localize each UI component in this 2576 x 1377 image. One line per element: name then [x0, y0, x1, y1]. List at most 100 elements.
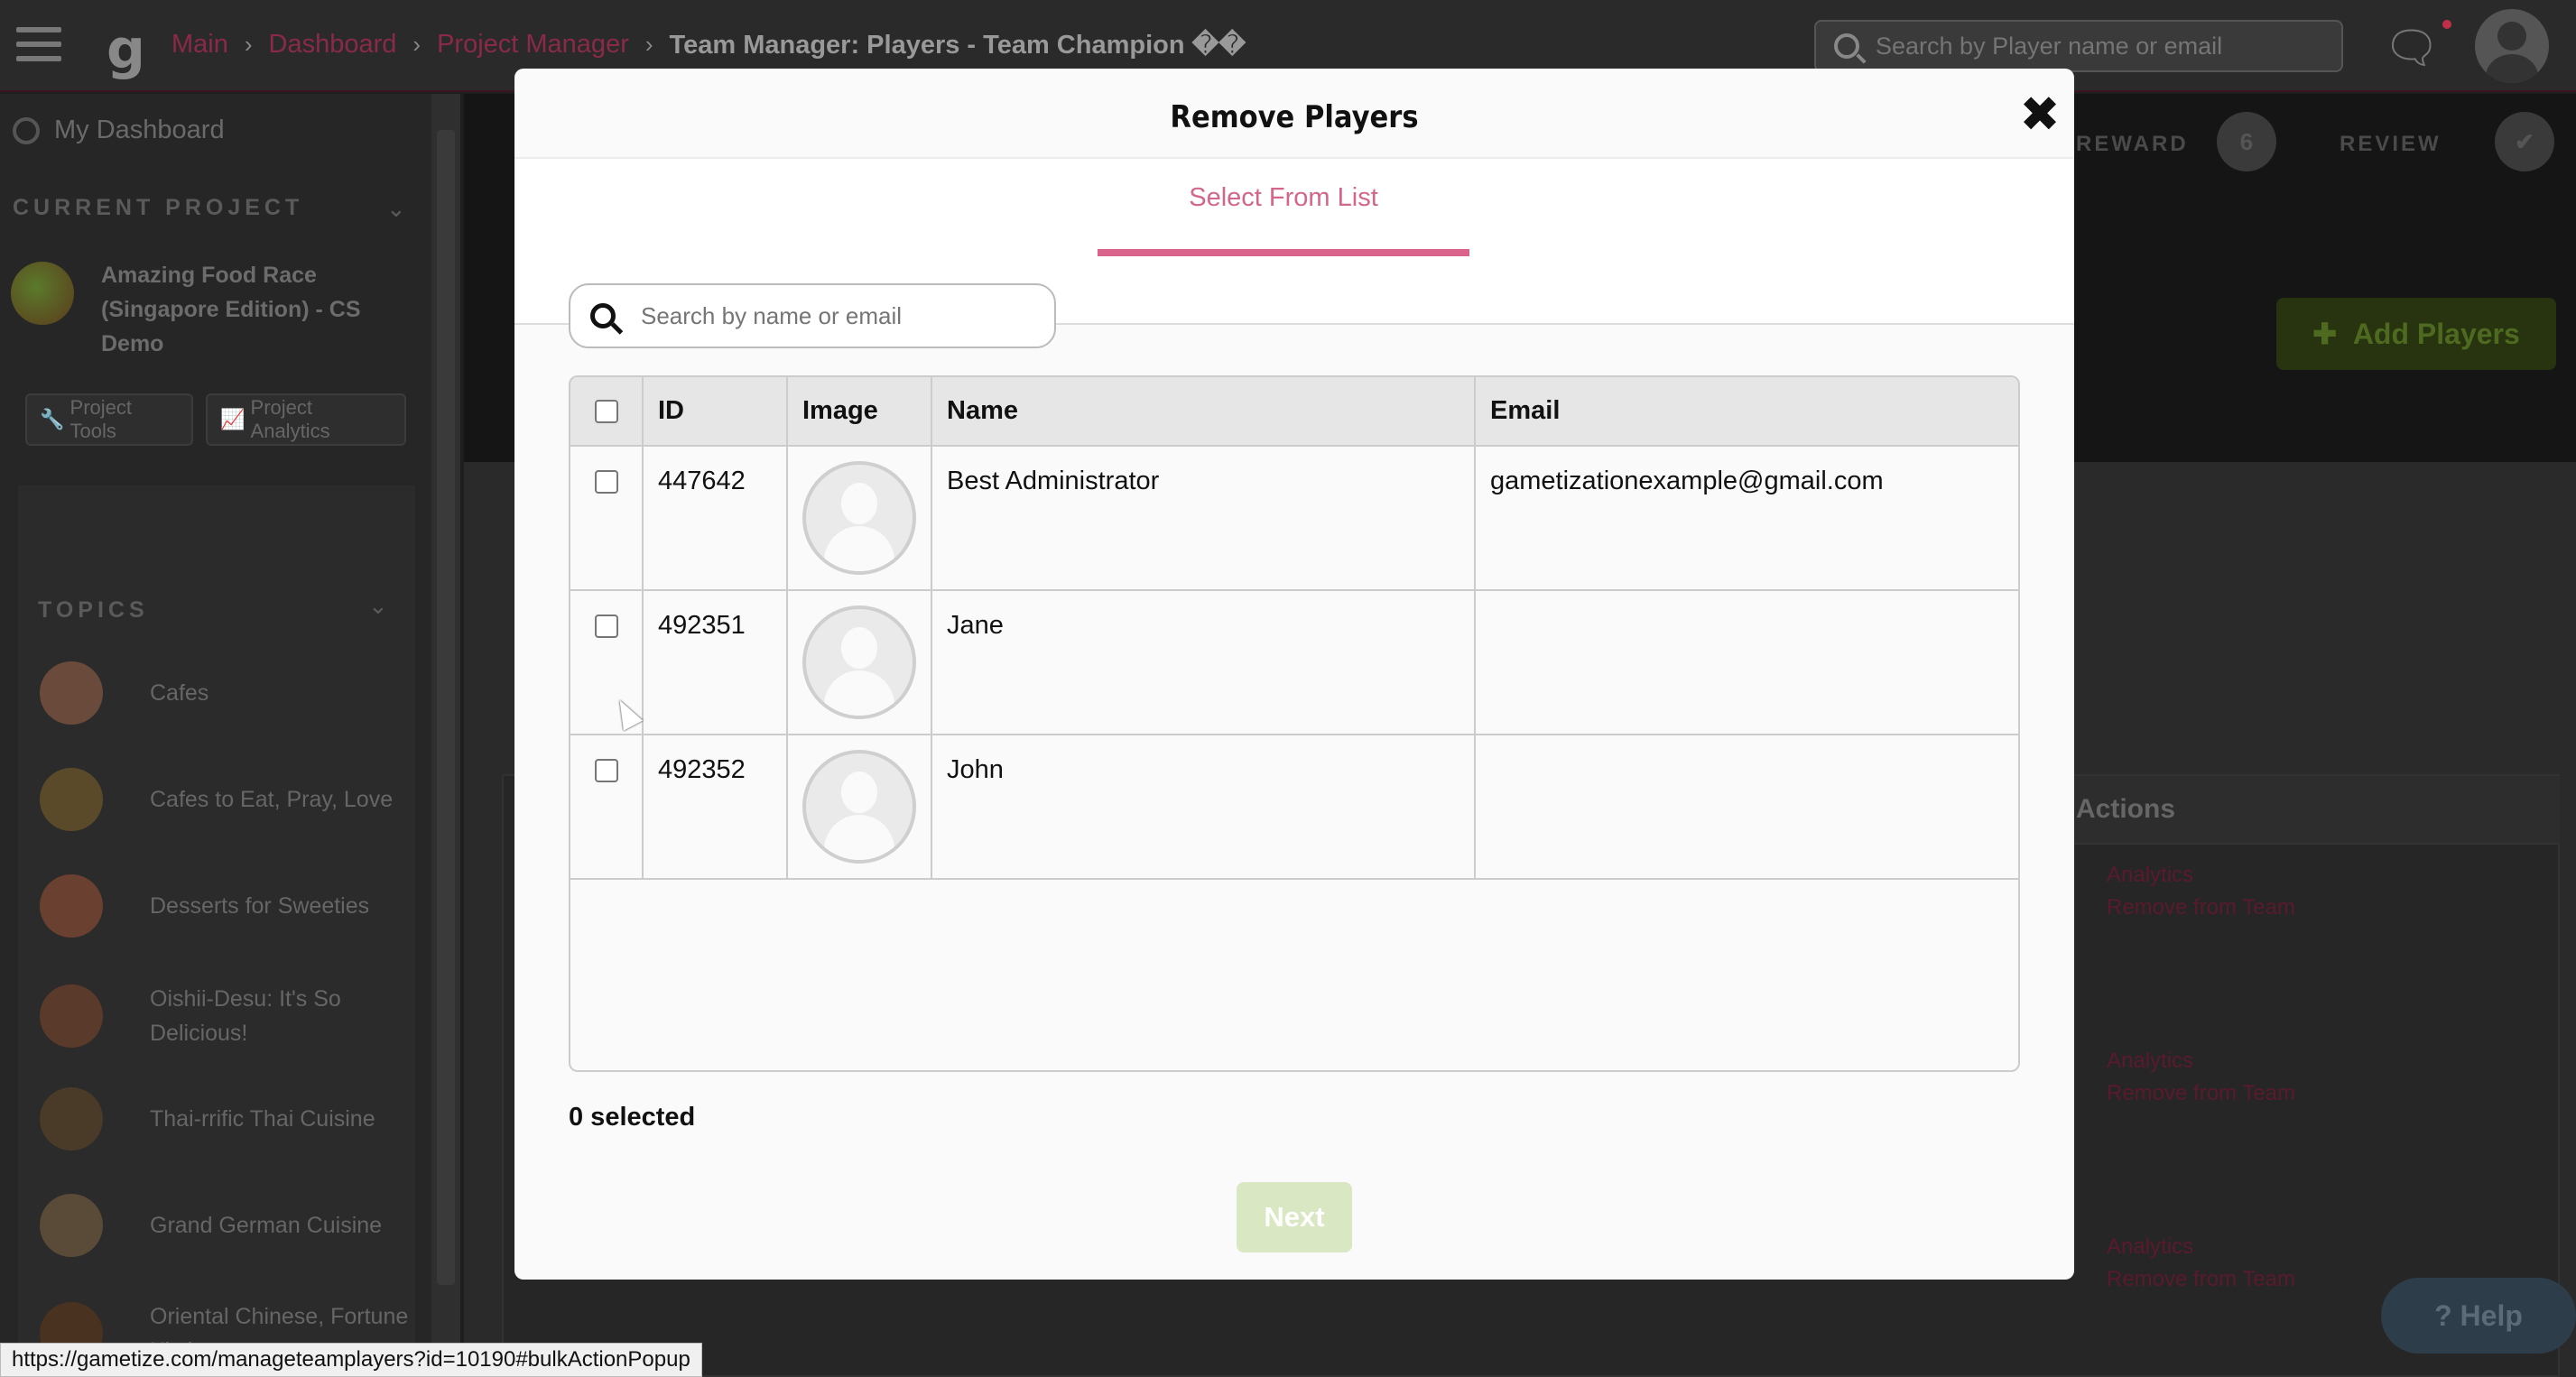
add-players-label: Add Players	[2352, 317, 2520, 350]
chevron-down-icon[interactable]: ⌄	[368, 592, 388, 620]
topic-thumbnail	[40, 874, 103, 938]
topic-item[interactable]: Grand German Cuisine	[40, 1189, 410, 1261]
modal-search[interactable]	[569, 283, 1056, 348]
topic-item[interactable]: Desserts for Sweeties	[40, 870, 410, 942]
search-icon	[1834, 33, 1859, 59]
topic-label: Oishii-Desu: It's So Delicious!	[150, 986, 341, 1046]
project-analytics-button[interactable]: 📈 Project Analytics	[206, 393, 406, 446]
project-thumbnail	[11, 262, 74, 325]
current-project-label: CURRENT PROJECT	[13, 195, 304, 220]
avatar	[802, 605, 916, 719]
table-header-row: ID Image Name Email	[570, 377, 2018, 447]
remove-from-team-link[interactable]: Remove from Team	[2107, 1081, 2295, 1106]
select-all-checkbox[interactable]	[594, 400, 618, 424]
chevron-right-icon: ›	[644, 31, 653, 58]
topic-label: Desserts for Sweeties	[150, 893, 370, 919]
topic-item[interactable]: Cafes to Eat, Pray, Love	[40, 763, 410, 836]
topic-label: Cafes	[150, 680, 209, 706]
help-label: Help	[2460, 1298, 2523, 1332]
user-avatar[interactable]	[2475, 9, 2549, 83]
topic-thumbnail	[40, 661, 103, 725]
column-header-email: Email	[1475, 377, 2018, 447]
player-search[interactable]	[1814, 20, 2343, 72]
analytics-link[interactable]: Analytics	[2107, 1049, 2193, 1074]
selected-count: 0 selected	[569, 1103, 696, 1132]
topic-item[interactable]: Thai-rrific Thai Cuisine	[40, 1083, 410, 1155]
chevron-right-icon: ›	[244, 31, 253, 58]
project-tools-button[interactable]: 🔧 Project Tools	[25, 393, 193, 446]
analytics-link[interactable]: Analytics	[2107, 863, 2193, 888]
topic-thumbnail	[40, 984, 103, 1048]
table-row[interactable]: 492352 John	[570, 735, 2018, 880]
hamburger-menu-icon[interactable]	[16, 27, 61, 63]
topic-thumbnail	[40, 1194, 103, 1257]
breadcrumb-main[interactable]: Main	[171, 30, 228, 60]
active-tab-indicator	[1098, 249, 1469, 256]
players-table: ID Image Name Email 447642 Best Administ…	[569, 375, 2020, 1072]
check-icon: ✔	[2495, 112, 2554, 171]
topic-item[interactable]: Cafes	[40, 657, 410, 729]
player-name: John	[931, 735, 1476, 880]
topics-label: TOPICS	[38, 597, 149, 623]
row-checkbox[interactable]	[594, 470, 618, 494]
select-all-cell	[570, 377, 644, 447]
row-checkbox[interactable]	[594, 759, 618, 782]
breadcrumb-project-manager[interactable]: Project Manager	[437, 30, 629, 60]
project-analytics-label: Project Analytics	[250, 396, 330, 442]
topics-panel: TOPICS ⌄ Cafes Cafes to Eat, Pray, Love …	[18, 485, 415, 1377]
topic-thumbnail	[40, 768, 103, 831]
player-name: Jane	[931, 590, 1476, 735]
topic-label: Grand German Cuisine	[150, 1213, 383, 1238]
tab-select-from-list[interactable]: Select From List	[1098, 159, 1469, 236]
notification-dot	[2442, 20, 2451, 29]
remove-from-team-link[interactable]: Remove from Team	[2107, 1267, 2295, 1292]
topic-thumbnail	[40, 1087, 103, 1151]
browser-status-bar: https://gametize.com/manageteamplayers?i…	[0, 1343, 702, 1377]
actions-column-header: Actions	[2049, 776, 2560, 845]
chart-icon: 📈	[220, 408, 246, 430]
scrollbar-thumb[interactable]	[437, 130, 455, 1285]
chat-icon[interactable]: 🗨	[2383, 22, 2440, 75]
column-header-name: Name	[931, 377, 1476, 447]
question-icon: ?	[2434, 1298, 2452, 1332]
close-icon[interactable]: ✖	[2015, 90, 2065, 141]
next-button[interactable]: Next	[1237, 1182, 1352, 1252]
player-search-input[interactable]	[1876, 32, 2327, 60]
avatar	[802, 750, 916, 864]
actions-header-label: Actions	[2076, 794, 2176, 824]
wizard-step-review: REVIEW	[2340, 132, 2442, 156]
project-name[interactable]: Amazing Food Race (Singapore Edition) - …	[101, 258, 399, 361]
analytics-link[interactable]: Analytics	[2107, 1234, 2193, 1260]
remove-from-team-link[interactable]: Remove from Team	[2107, 895, 2295, 920]
sidebar-scrollbar[interactable]	[431, 94, 460, 1377]
modal-title: Remove Players	[1170, 99, 1419, 135]
chevron-down-icon[interactable]: ⌄	[386, 195, 406, 223]
breadcrumb-dashboard[interactable]: Dashboard	[269, 30, 397, 60]
page-title: Team Manager: Players - Team Champion ��	[669, 31, 1246, 60]
row-select-cell	[570, 735, 644, 880]
my-dashboard-label: My Dashboard	[54, 116, 225, 144]
row-select-cell	[570, 446, 644, 591]
topic-item[interactable]: Oishii-Desu: It's So Delicious!	[40, 980, 410, 1052]
remove-players-modal: Remove Players ✖ Select From List ID Ima…	[514, 69, 2074, 1280]
modal-search-input[interactable]	[641, 301, 1047, 330]
search-icon	[590, 303, 616, 328]
column-header-image: Image	[787, 377, 932, 447]
avatar	[802, 461, 916, 575]
breadcrumb: Main › Dashboard › Project Manager › Tea…	[171, 29, 1246, 60]
player-email	[1475, 735, 2018, 880]
table-row[interactable]: 492351 Jane	[570, 590, 2018, 735]
my-dashboard-link[interactable]: My Dashboard	[13, 116, 225, 145]
player-id: 492352	[643, 735, 788, 880]
row-checkbox[interactable]	[594, 615, 618, 638]
player-email	[1475, 590, 2018, 735]
player-image-cell	[787, 735, 932, 880]
sidebar: My Dashboard CURRENT PROJECT ⌄ Amazing F…	[0, 94, 431, 1377]
gametize-logo[interactable]: g	[107, 18, 145, 81]
player-image-cell	[787, 446, 932, 591]
player-id: 492351	[643, 590, 788, 735]
add-players-button[interactable]: ✚ Add Players	[2276, 298, 2556, 370]
wrench-icon: 🔧	[40, 408, 65, 430]
help-button[interactable]: ? Help	[2381, 1278, 2576, 1354]
table-row[interactable]: 447642 Best Administrator gametizationex…	[570, 446, 2018, 591]
